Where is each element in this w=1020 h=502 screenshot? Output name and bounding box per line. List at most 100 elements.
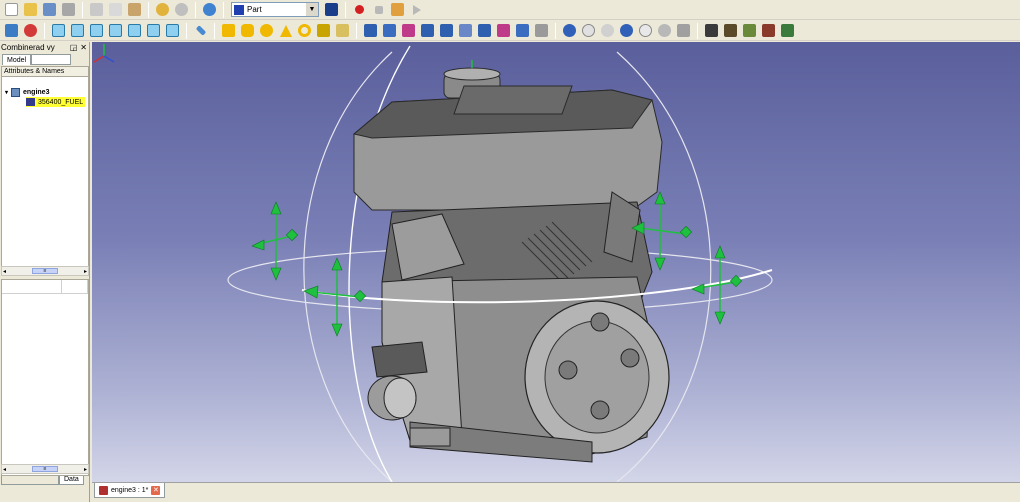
print-icon[interactable] [60,1,77,18]
loft-icon[interactable] [476,22,493,39]
paste-icon[interactable] [126,1,143,18]
placement-icon[interactable] [741,22,758,39]
tree-header[interactable]: Attributes & Names [1,66,89,77]
sweep-icon[interactable] [495,22,512,39]
dragger-handle-icon[interactable] [679,225,693,239]
left-view-icon[interactable] [164,22,181,39]
arrow-up-icon[interactable] [270,201,282,215]
fuse-icon[interactable] [599,22,616,39]
dragger-handle-icon[interactable] [353,289,367,303]
tab-model[interactable]: Model [2,54,32,65]
3d-scene[interactable] [92,42,1020,482]
arrow-down-icon[interactable] [714,311,726,325]
stop-macro-icon[interactable] [370,1,387,18]
record-macro-icon[interactable] [351,1,368,18]
arrow-up-icon[interactable] [331,257,343,271]
extrude-icon[interactable] [362,22,379,39]
tree-item-document[interactable]: ▾ engine3 [5,87,49,97]
property-horizontal-scrollbar[interactable]: ◂ ≡ ▸ [1,464,89,474]
save-icon[interactable] [41,1,58,18]
common-icon[interactable] [618,22,635,39]
arrow-down-icon[interactable] [331,323,343,337]
engine-model[interactable] [352,67,670,463]
chevron-down-icon[interactable]: ▼ [306,3,318,16]
boolean-icon[interactable] [561,22,578,39]
cylinder-icon[interactable] [239,22,256,39]
mirror-icon[interactable] [400,22,417,39]
cross-section-icon[interactable] [533,22,550,39]
shape-builder-icon[interactable] [334,22,351,39]
scroll-right-icon[interactable]: ▸ [84,466,87,473]
whats-this-icon[interactable] [323,1,340,18]
scroll-thumb[interactable]: ≡ [32,268,58,274]
edit-macro-icon[interactable] [389,1,406,18]
arrow-down-icon[interactable] [270,267,282,281]
ruled-surface-icon[interactable] [457,22,474,39]
redo-icon[interactable] [173,1,190,18]
close-icon[interactable]: ✕ [80,43,87,52]
draw-style-icon[interactable] [22,22,39,39]
front-view-icon[interactable] [69,22,86,39]
transform-icon[interactable] [722,22,739,39]
section-icon[interactable] [514,22,531,39]
rear-view-icon[interactable] [126,22,143,39]
cut-icon[interactable] [88,1,105,18]
scroll-thumb[interactable]: ≡ [32,466,58,472]
scroll-right-icon[interactable]: ▸ [84,268,87,275]
float-icon[interactable]: ◲ [70,43,78,52]
expand-icon[interactable]: ▾ [5,89,8,96]
edit-tool-icon[interactable] [703,22,720,39]
bottom-view-icon[interactable] [145,22,162,39]
close-icon[interactable]: ✕ [151,485,161,495]
arrow-up-icon[interactable] [654,191,666,205]
scroll-left-icon[interactable]: ◂ [3,466,6,473]
compound-icon[interactable] [637,22,654,39]
tree-item-object[interactable]: 356400_FUEL [26,97,86,107]
3d-viewport[interactable] [92,42,1020,482]
dragger-handle-icon[interactable] [285,228,299,242]
grip-icon: ≡ [43,268,47,274]
workbench-selector[interactable]: Part ▼ [231,2,319,17]
arrow-left-icon[interactable] [251,239,265,251]
measure-icon[interactable] [192,22,209,39]
cone-icon[interactable] [277,22,294,39]
sphere-icon[interactable] [258,22,275,39]
document-tab[interactable]: engine3 : 1* ✕ [94,483,166,498]
tab-bar-filler [31,54,72,65]
explode-icon[interactable] [656,22,673,39]
torus-icon[interactable] [296,22,313,39]
arrow-down-icon[interactable] [654,257,666,271]
arrow-left-icon[interactable] [303,285,319,299]
chamfer-icon[interactable] [438,22,455,39]
fit-all-icon[interactable] [3,22,20,39]
dragger-handle-icon[interactable] [729,274,743,288]
tree-horizontal-scrollbar[interactable]: ◂ ≡ ▸ [1,266,89,276]
right-view-icon[interactable] [107,22,124,39]
grip-icon: ≡ [43,466,47,472]
fillet-icon[interactable] [419,22,436,39]
document-icon [11,87,21,97]
color-tool-icon[interactable] [779,22,796,39]
arrow-left-icon[interactable] [691,283,705,295]
value-column-header[interactable] [62,280,88,293]
tab-data[interactable]: Data [59,475,84,485]
open-icon[interactable] [22,1,39,18]
revolve-icon[interactable] [381,22,398,39]
view-tool-icon[interactable] [760,22,777,39]
toolbar-separator [148,1,149,18]
scroll-left-icon[interactable]: ◂ [3,268,6,275]
new-icon[interactable] [3,1,20,18]
run-macro-icon[interactable] [408,1,425,18]
object-name: 356400_FUEL [38,98,84,106]
primitives-icon[interactable] [315,22,332,39]
refresh-icon[interactable] [201,1,218,18]
undo-icon[interactable] [154,1,171,18]
top-view-icon[interactable] [88,22,105,39]
check-geometry-icon[interactable] [675,22,692,39]
box-icon[interactable] [220,22,237,39]
arrow-up-icon[interactable] [714,245,726,259]
isometric-view-icon[interactable] [50,22,67,39]
property-column-header[interactable] [2,280,62,293]
copy-icon[interactable] [107,1,124,18]
cut-icon[interactable] [580,22,597,39]
